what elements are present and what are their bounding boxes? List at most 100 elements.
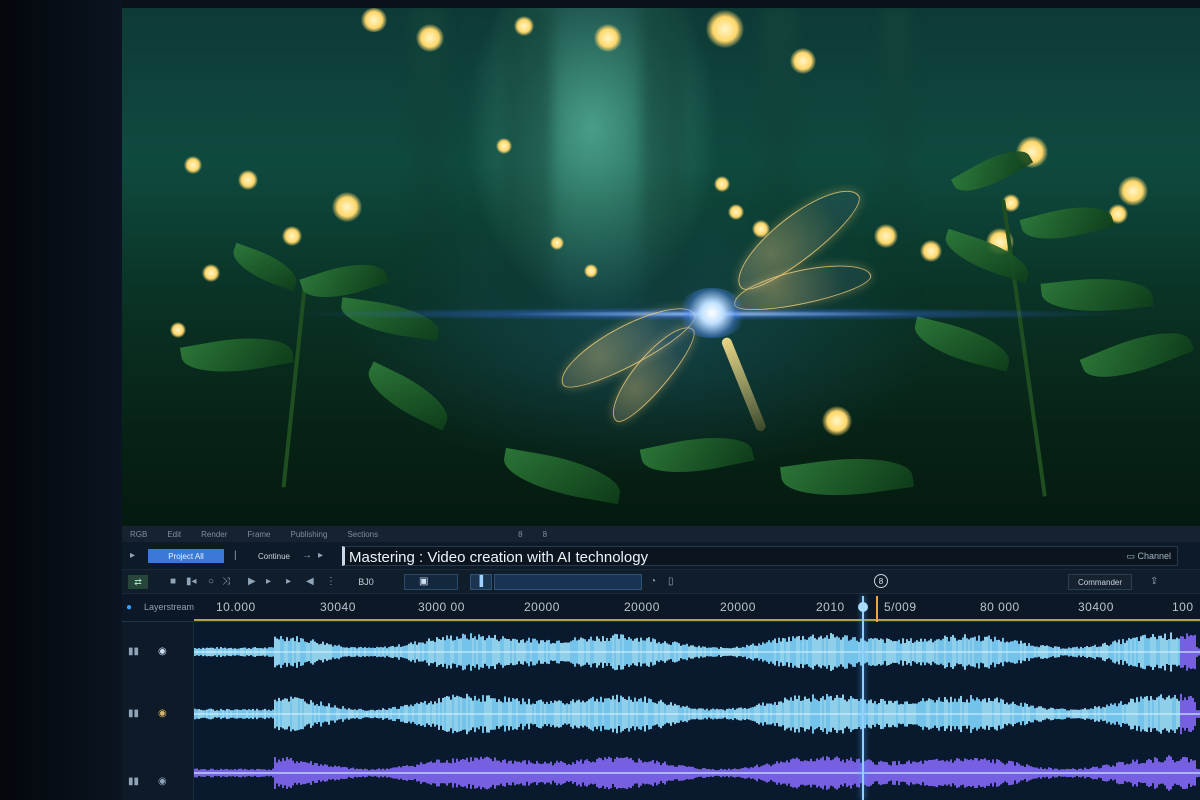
close-icon[interactable]: ▸: [318, 550, 323, 562]
ruler-tick-label: 2010: [816, 600, 845, 614]
ruler-tick-label: 20000: [624, 600, 660, 614]
ruler-tick-label: 5/009: [884, 600, 917, 614]
menu-item[interactable]: Frame: [239, 530, 282, 539]
timeline-ruler[interactable]: ● Layerstream 10.000 30040 3000 00 20000…: [122, 594, 1200, 622]
mute-icon[interactable]: ▮▮: [128, 646, 139, 658]
track-dot-icon: ●: [126, 602, 133, 613]
bokeh-light: [282, 226, 302, 246]
zoom-icon[interactable]: ◔: [650, 576, 656, 588]
title-field[interactable]: Mastering : Video creation with AI techn…: [342, 546, 1178, 566]
field-label[interactable]: BJ0: [346, 575, 386, 589]
bokeh-light: [170, 322, 186, 338]
track-header[interactable]: ▮▮ ◉: [122, 746, 194, 800]
clip-glyph-icon: ▐: [476, 576, 484, 587]
bokeh-light: [714, 176, 730, 192]
audio-lane[interactable]: [194, 746, 1200, 800]
ruler-tick-label: 80 000: [980, 600, 1020, 614]
volume-icon[interactable]: ◀: [306, 576, 314, 588]
loop-icon[interactable]: ⤨: [222, 576, 230, 588]
snap-toggle-icon[interactable]: ⇄: [128, 575, 148, 589]
search-field[interactable]: [494, 574, 642, 590]
waveform-track-3: [194, 755, 1200, 791]
bokeh-light: [728, 204, 744, 220]
bokeh-light: [514, 16, 534, 36]
bokeh-light: [920, 240, 942, 262]
project-button[interactable]: Project All: [148, 549, 224, 563]
arrow-right-icon[interactable]: →: [302, 550, 312, 562]
work-area-bar[interactable]: [194, 619, 1200, 621]
ruler-tick-label: 30400: [1078, 600, 1114, 614]
step-forward-icon[interactable]: ▸: [266, 576, 271, 588]
commander-button[interactable]: Commander: [1068, 574, 1132, 590]
bokeh-light: [1118, 176, 1148, 206]
bokeh-light: [416, 24, 444, 52]
leaf: [1079, 318, 1195, 392]
left-bezel: [0, 0, 122, 800]
menu-item[interactable]: Edit: [159, 530, 193, 539]
forest-trunk: [412, 8, 446, 308]
waveform-track-2: [194, 693, 1200, 735]
timeline-marker[interactable]: [876, 596, 878, 622]
waveform-centerline: [194, 713, 1200, 715]
audio-lane[interactable]: [194, 682, 1200, 746]
bokeh-light: [706, 10, 744, 48]
select-tool-icon[interactable]: ▸: [130, 550, 135, 562]
timecode-field[interactable]: ▣: [404, 574, 458, 590]
stop-icon[interactable]: ■: [170, 576, 176, 588]
leaf: [1019, 196, 1115, 250]
track-header[interactable]: ▮▮ ◉: [122, 682, 194, 746]
ruler-tick-label: 20000: [720, 600, 756, 614]
plant-stem: [1001, 199, 1047, 497]
split-icon[interactable]: ⋮: [326, 576, 336, 588]
mute-icon[interactable]: ▮▮: [128, 776, 139, 788]
menu-item[interactable]: Render: [193, 530, 239, 539]
bokeh-light: [550, 236, 564, 250]
video-preview[interactable]: [122, 8, 1200, 526]
main-toolbar: ▸ Project All | Continue → ▸ Mastering :…: [122, 542, 1200, 570]
window-icon: ▭: [1126, 551, 1138, 561]
continue-button[interactable]: Continue: [246, 549, 302, 563]
track-header-label: Layerstream: [144, 602, 195, 612]
playhead-handle[interactable]: [858, 602, 868, 612]
menu-item[interactable]: Publishing: [283, 530, 340, 539]
bokeh-light: [184, 156, 202, 174]
forest-trunk: [882, 8, 910, 308]
align-icon[interactable]: ▯: [668, 576, 674, 588]
leaf: [499, 447, 625, 505]
menu-item[interactable]: Sections: [339, 530, 390, 539]
skip-back-icon[interactable]: ▮◂: [186, 576, 197, 588]
mute-icon[interactable]: ▮▮: [128, 708, 139, 720]
bokeh-light: [790, 48, 816, 74]
leaf: [227, 242, 303, 292]
forest-trunk: [502, 8, 552, 308]
solo-icon[interactable]: ◉: [158, 776, 167, 788]
bokeh-light: [822, 406, 852, 436]
leaf: [639, 426, 755, 484]
record-icon[interactable]: ○: [208, 576, 214, 588]
marker-badge[interactable]: 8: [874, 574, 888, 588]
waveform-track-1: [194, 632, 1200, 672]
editor-panel: RGB Edit Render Frame Publishing Section…: [122, 526, 1200, 800]
solo-icon[interactable]: ◉: [158, 646, 167, 658]
ruler-tick-label: 3000 00: [418, 600, 465, 614]
dragonfly-tail: [720, 336, 768, 433]
dragonfly-glow: [677, 288, 747, 338]
waveform-centerline: [194, 772, 1200, 774]
export-icon[interactable]: ⇪: [1150, 576, 1158, 588]
clip-icon[interactable]: ▐: [470, 574, 492, 590]
solo-icon[interactable]: ◉: [158, 708, 167, 720]
track-header[interactable]: ▮▮ ◉: [122, 622, 194, 682]
menu-bar: RGB Edit Render Frame Publishing Section…: [122, 526, 1200, 542]
step-forward-icon[interactable]: ▸: [286, 576, 291, 588]
leaf: [179, 328, 295, 382]
menu-item[interactable]: 8: [510, 530, 534, 539]
menu-item[interactable]: 8: [535, 530, 559, 539]
divider-icon: |: [234, 550, 237, 561]
playhead[interactable]: [862, 596, 864, 800]
play-icon[interactable]: ▶: [248, 576, 256, 588]
audio-lane[interactable]: [194, 622, 1200, 682]
top-bezel: [122, 0, 1200, 8]
bokeh-light: [584, 264, 598, 278]
channel-label[interactable]: ▭ Channel: [1126, 551, 1171, 562]
menu-item[interactable]: RGB: [122, 530, 159, 539]
